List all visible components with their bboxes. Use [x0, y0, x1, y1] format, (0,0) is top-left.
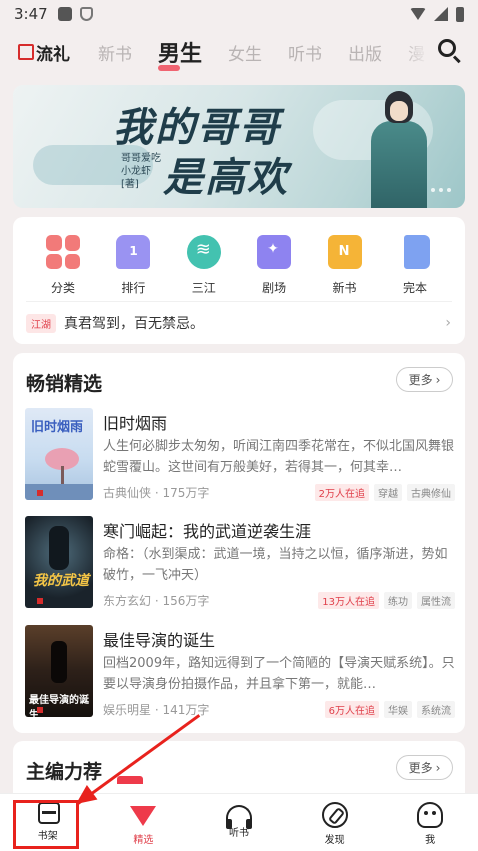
category-item-completed[interactable]: 完本	[385, 235, 445, 296]
divider	[26, 301, 452, 302]
book-item[interactable]: 我的武道 寒门崛起：我的武道逆袭生涯 命格：（水到渠成：武道一境，当持之以恒，循…	[25, 516, 455, 609]
app-logo: 流礼	[18, 40, 70, 65]
book-word-count: 156万字	[162, 594, 210, 608]
bottom-tab-discover[interactable]: 发现	[287, 794, 383, 851]
follow-count-tag: 6万人在追	[324, 701, 379, 718]
chevron-right-icon: ›	[445, 315, 451, 331]
book-icon	[403, 235, 430, 269]
book-tags: 13万人在追 练功 属性流	[318, 592, 455, 609]
signal-icon	[434, 7, 448, 21]
book-title: 寒门崛起：我的武道逆袭生涯	[103, 522, 312, 541]
section-title: 主编力荐	[26, 761, 103, 783]
more-button[interactable]: 更多 ›	[396, 367, 453, 392]
category-item-sanjiang[interactable]: 三江	[174, 235, 234, 296]
book-description: 回档2009年，路知远得到了一个简陋的【导演天赋系统】。只要以导演身份拍摄作品，…	[103, 656, 455, 692]
compass-icon	[321, 802, 348, 828]
book-cover[interactable]: 最佳导演的诞生	[25, 625, 93, 717]
book-tag: 古典修仙	[407, 484, 455, 501]
bottom-tab-featured[interactable]: 精选	[96, 794, 192, 851]
book-meta: 古典仙侠 · 175万字	[103, 486, 210, 500]
book-cover[interactable]: 旧时烟雨	[25, 408, 93, 500]
status-bar: 3:47	[0, 0, 478, 28]
news-ticker[interactable]: 江湖 真君驾到，百无禁忌。 ›	[26, 313, 451, 333]
banner-character-illustration	[363, 91, 433, 208]
book-description: 人生何必脚步太匆匆，听闻江南四季花常在，不似北国风舞银蛇雪覆山。这世间有万般美好…	[103, 439, 455, 475]
follow-count-tag: 2万人在追	[314, 484, 369, 501]
follow-count-tag: 13万人在追	[318, 592, 379, 609]
rank-icon	[116, 235, 151, 269]
book-genre: 东方玄幻	[103, 594, 152, 608]
wave-icon	[186, 235, 221, 269]
ticker-text: 真君驾到，百无禁忌。	[64, 316, 204, 332]
logo-text: 流礼	[36, 44, 70, 65]
profile-icon	[417, 802, 444, 828]
tab-fade	[400, 30, 430, 74]
bottom-tab-profile[interactable]: 我	[382, 794, 478, 851]
tab-male[interactable]: 男生	[158, 36, 202, 71]
chevron-right-icon: ›	[435, 760, 441, 775]
book-description: 命格：（水到渠成：武道一境，当持之以恒，循序渐进，势如破竹，一飞冲天）	[103, 547, 448, 583]
headphones-icon	[225, 805, 252, 829]
bestseller-section: 畅销精选 更多 › 旧时烟雨 旧时烟雨 人生何必脚步太匆匆，听闻江南四季花常在，…	[13, 353, 465, 733]
book-item[interactable]: 旧时烟雨 旧时烟雨 人生何必脚步太匆匆，听闻江南四季花常在，不似北国风舞银蛇雪覆…	[25, 408, 455, 501]
search-button[interactable]	[436, 37, 464, 65]
theater-icon	[257, 235, 292, 269]
book-cover[interactable]: 我的武道	[25, 516, 93, 608]
promo-banner[interactable]: 我的哥哥 是高欢 哥哥爱吃小龙虾 [著]	[13, 85, 465, 208]
featured-icon	[130, 806, 157, 826]
ticker-badge: 江湖	[26, 313, 56, 333]
book-tag: 系统流	[417, 701, 455, 718]
search-icon	[438, 39, 456, 57]
book-tag: 练功	[384, 592, 412, 609]
book-word-count: 141万字	[162, 703, 210, 717]
book-meta: 娱乐明星 · 141万字	[103, 703, 210, 717]
category-card: 分类 排行 三江 剧场 新书 完本 江湖 真君驾到，百无禁忌。 ›	[13, 217, 465, 344]
tab-female[interactable]: 女生	[228, 40, 262, 65]
tab-published[interactable]: 出版	[348, 40, 382, 65]
banner-author: 哥哥爱吃小龙虾 [著]	[121, 153, 161, 190]
logo-mark-icon	[18, 44, 34, 60]
banner-pagination	[431, 188, 451, 192]
book-word-count: 175万字	[162, 486, 210, 500]
battery-icon	[456, 6, 464, 22]
status-time: 3:47	[14, 5, 48, 23]
tab-new-books[interactable]: 新书	[98, 40, 132, 65]
shield-icon	[79, 7, 93, 21]
book-genre: 古典仙侠	[103, 486, 152, 500]
book-tag: 属性流	[417, 592, 455, 609]
book-tags: 6万人在追 华娱 系统流	[324, 701, 455, 718]
top-nav: 流礼 新书 男生 女生 听书 出版 漫	[0, 30, 478, 74]
book-tag: 穿越	[374, 484, 402, 501]
book-genre: 娱乐明星	[103, 703, 152, 717]
bottom-tab-audiobooks[interactable]: 听书	[191, 794, 287, 851]
tab-audiobooks[interactable]: 听书	[288, 40, 322, 65]
category-item-new-books[interactable]: 新书	[315, 235, 375, 296]
section-title: 畅销精选	[26, 373, 103, 395]
grid-icon	[46, 235, 80, 269]
category-item-theater[interactable]: 剧场	[244, 235, 304, 296]
chevron-right-icon: ›	[435, 372, 441, 387]
annotation-highlight-box	[13, 800, 79, 849]
category-item-classify[interactable]: 分类	[33, 235, 93, 296]
book-tags: 2万人在追 穿越 古典修仙	[314, 484, 455, 501]
more-button[interactable]: 更多 ›	[396, 755, 453, 780]
book-title: 旧时烟雨	[103, 414, 168, 433]
book-title: 最佳导演的诞生	[103, 631, 216, 650]
banner-title-line2: 是高欢	[163, 154, 289, 201]
book-item[interactable]: 最佳导演的诞生 最佳导演的诞生 回档2009年，路知远得到了一个简陋的【导演天赋…	[25, 625, 455, 718]
new-book-icon	[327, 235, 362, 269]
notification-icon	[57, 7, 72, 21]
book-tag: 华娱	[384, 701, 412, 718]
book-meta: 东方玄幻 · 156万字	[103, 594, 210, 608]
category-item-rank[interactable]: 排行	[103, 235, 163, 296]
wifi-icon	[410, 8, 426, 20]
